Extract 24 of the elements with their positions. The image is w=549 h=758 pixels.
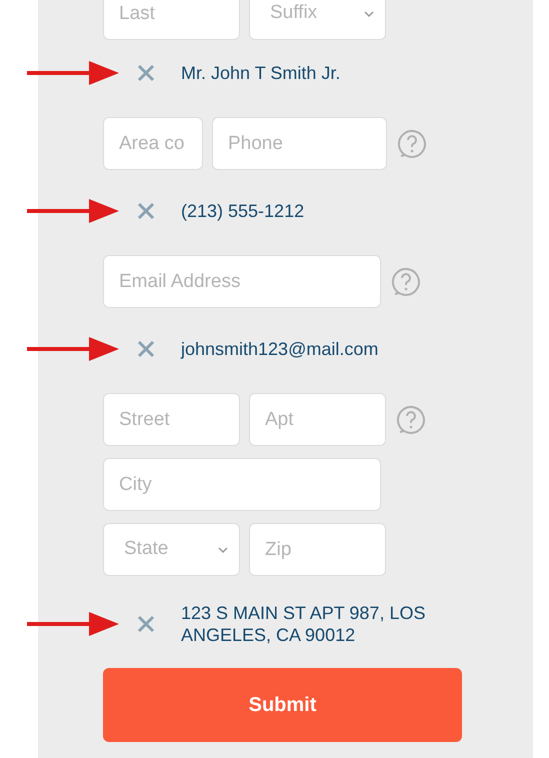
- chevron-down-icon: [363, 10, 375, 18]
- input-field[interactable]: Email Address: [103, 255, 381, 308]
- input-field[interactable]: Phone: [212, 117, 387, 170]
- close-icon[interactable]: [137, 340, 155, 358]
- input-field[interactable]: Last: [103, 0, 240, 40]
- input-field[interactable]: Apt: [249, 393, 386, 446]
- submit-button[interactable]: Submit: [103, 668, 462, 742]
- help-icon[interactable]: [397, 128, 427, 158]
- close-icon[interactable]: [137, 64, 155, 82]
- input-field[interactable]: Zip: [249, 523, 386, 576]
- chevron-down-icon: [217, 546, 229, 554]
- input-field[interactable]: Area co: [103, 117, 203, 170]
- result-text: 123 S MAIN ST APT 987, LOS ANGELES, CA 90012: [181, 602, 426, 646]
- input-field[interactable]: City: [103, 458, 381, 511]
- close-icon[interactable]: [137, 202, 155, 220]
- result-text: (213) 555-1212: [181, 200, 306, 222]
- help-icon[interactable]: [391, 266, 421, 296]
- input-field[interactable]: Street: [103, 393, 240, 446]
- close-icon[interactable]: [137, 615, 155, 633]
- result-text: Mr. John T Smith Jr.: [181, 62, 342, 84]
- result-text: johnsmith123@mail.com: [181, 338, 380, 360]
- dropdown[interactable]: Suffix: [249, 0, 386, 40]
- dropdown[interactable]: State: [103, 523, 240, 576]
- help-icon[interactable]: [396, 404, 426, 434]
